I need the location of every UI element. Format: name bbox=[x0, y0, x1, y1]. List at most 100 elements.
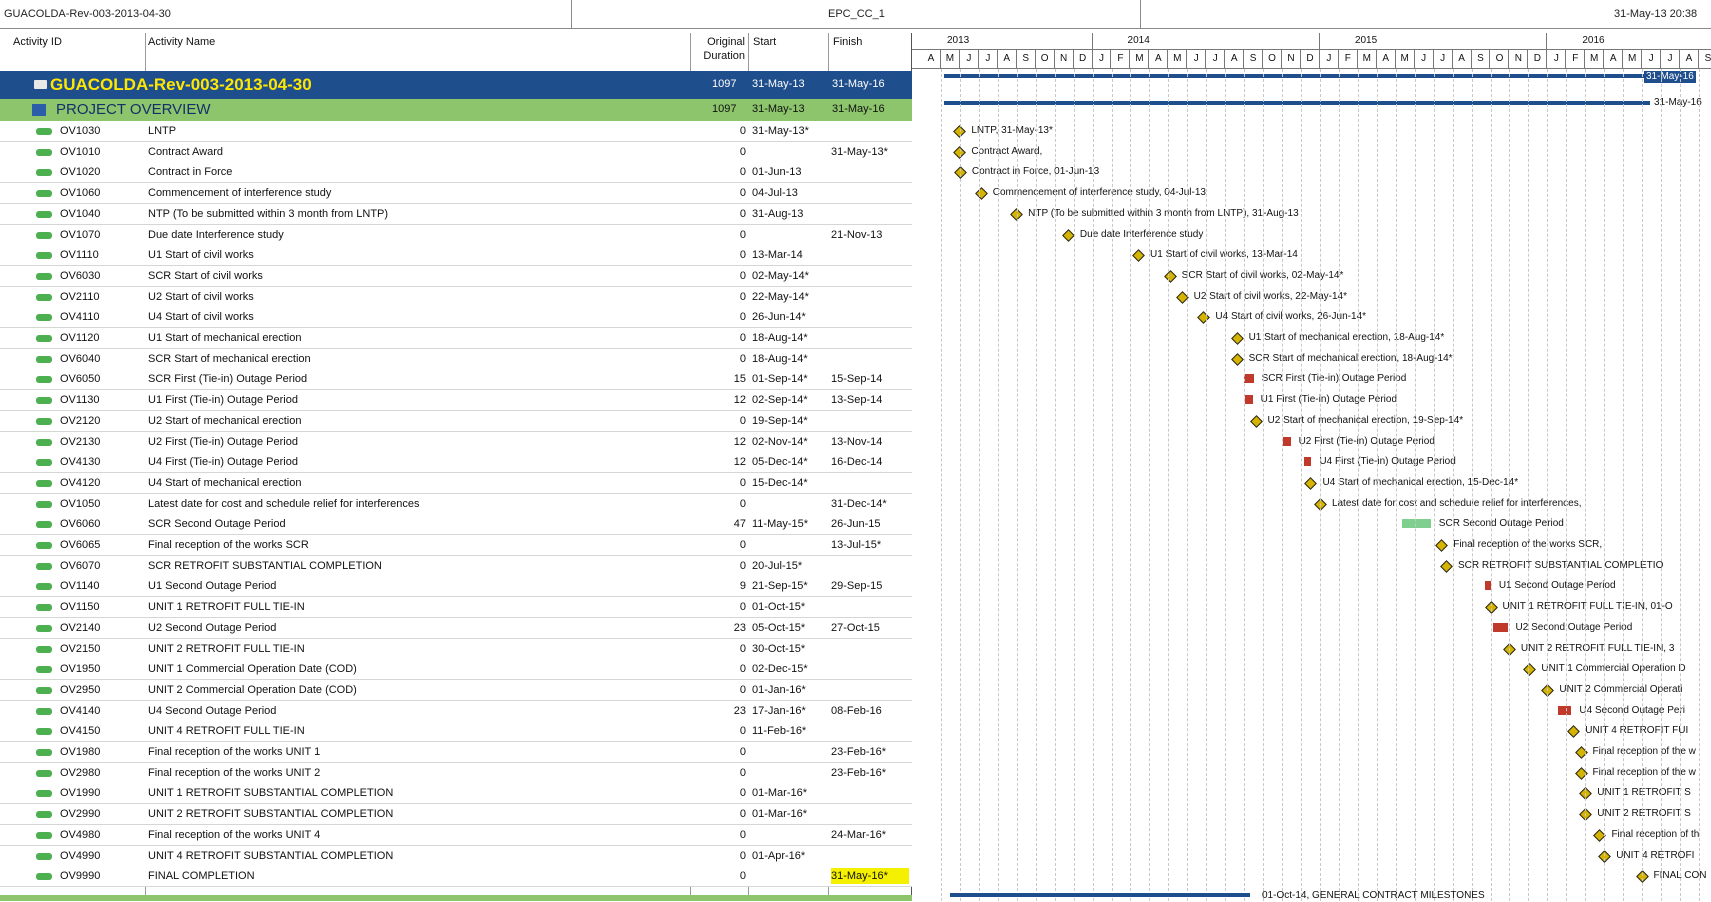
milestone-diamond[interactable] bbox=[1304, 477, 1318, 490]
activity-row[interactable]: OV2950 UNIT 2 Commercial Operation Date (… bbox=[0, 680, 912, 701]
month-label: J bbox=[1187, 50, 1207, 68]
milestone-diamond[interactable] bbox=[1163, 270, 1177, 283]
activity-id: OV6040 bbox=[60, 353, 101, 365]
milestone-diamond[interactable] bbox=[1249, 415, 1263, 428]
activity-row[interactable]: OV4990 UNIT 4 RETROFIT SUBSTANTIAL COMPLE… bbox=[0, 846, 912, 867]
wbs-band-finish: 31-May-16 bbox=[832, 103, 885, 115]
column-header-finish[interactable]: Finish bbox=[830, 33, 910, 71]
activity-icon bbox=[36, 728, 52, 735]
activity-row[interactable]: OV1040 NTP (To be submitted within 3 mont… bbox=[0, 204, 912, 225]
month-gridline bbox=[1073, 69, 1075, 901]
activity-row[interactable]: OV1140 U1 Second Outage Period 9 21-Sep-15*… bbox=[0, 576, 912, 597]
column-header-activity-name[interactable]: Activity Name bbox=[145, 33, 690, 71]
activity-row[interactable]: OV1020 Contract in Force 0 01-Jun-13 bbox=[0, 162, 912, 183]
activity-row[interactable]: OV2130 U2 First (Tie-in) Outage Period 12 0… bbox=[0, 432, 912, 453]
activity-row[interactable]: OV1130 U1 First (Tie-in) Outage Period 12 0… bbox=[0, 390, 912, 411]
activity-name: LNTP bbox=[148, 125, 177, 137]
activity-duration: 12 bbox=[733, 456, 746, 468]
activity-row[interactable]: OV1990 UNIT 1 RETROFIT SUBSTANTIAL COMPLE… bbox=[0, 783, 912, 804]
activity-id: OV4980 bbox=[60, 829, 101, 841]
activity-finish: 13-Jul-15* bbox=[831, 539, 882, 551]
wbs-band-duration: 1097 bbox=[712, 103, 737, 115]
activity-row[interactable]: OV6050 SCR First (Tie-in) Outage Period 15… bbox=[0, 369, 912, 390]
activity-row[interactable]: OV1060 Commencement of interference study… bbox=[0, 183, 912, 204]
divider bbox=[571, 0, 572, 28]
activity-row[interactable]: OV4120 U4 Start of mechanical erection 0 15… bbox=[0, 473, 912, 494]
activity-duration: 0 bbox=[739, 601, 746, 613]
activity-row[interactable]: OV6040 SCR Start of mechanical erection 0 1… bbox=[0, 349, 912, 370]
activity-row[interactable]: OV1150 UNIT 1 RETROFIT FULL TIE-IN 0 01-Oct… bbox=[0, 597, 912, 618]
milestone-diamond[interactable] bbox=[1230, 353, 1244, 366]
activity-row[interactable]: OV1950 UNIT 1 Commercial Operation Date (… bbox=[0, 659, 912, 680]
critical-activity-bar[interactable] bbox=[1244, 374, 1254, 383]
month-label: J bbox=[1206, 50, 1226, 68]
activity-id: OV1990 bbox=[60, 787, 101, 799]
activity-start: 20-Jul-15* bbox=[752, 560, 803, 572]
activity-row[interactable]: OV2150 UNIT 2 RETROFIT FULL TIE-IN 0 30-Oct… bbox=[0, 639, 912, 660]
activity-row[interactable]: OV1070 Due date Interference study 0 21-Nov… bbox=[0, 225, 912, 246]
activity-row[interactable]: OV1010 Contract Award 0 31-May-13* bbox=[0, 142, 912, 163]
activity-row[interactable]: OV1110 U1 Start of civil works 0 13-Mar-14 bbox=[0, 245, 912, 266]
activity-row[interactable]: OV6030 SCR Start of civil works 0 02-May-14… bbox=[0, 266, 912, 287]
activity-row[interactable]: OV6060 SCR Second Outage Period 47 11-May-1… bbox=[0, 514, 912, 535]
milestone-diamond[interactable] bbox=[1230, 332, 1244, 345]
activity-row[interactable]: OV6070 SCR RETROFIT SUBSTANTIAL COMPLETIO… bbox=[0, 556, 912, 577]
month-gridline bbox=[1661, 69, 1663, 901]
critical-activity-bar[interactable] bbox=[1282, 437, 1291, 446]
month-gridline bbox=[978, 69, 980, 901]
activity-row[interactable]: OV2140 U2 Second Outage Period 23 05-Oct-15… bbox=[0, 618, 912, 639]
activity-name: Final reception of the works SCR bbox=[148, 539, 309, 551]
activity-row[interactable]: OV4980 Final reception of the works UNIT … bbox=[0, 825, 912, 846]
month-label: J bbox=[1320, 50, 1339, 68]
activity-row[interactable]: OV4140 U4 Second Outage Period 23 17-Jan-16… bbox=[0, 701, 912, 722]
footer-band-row[interactable] bbox=[0, 895, 912, 901]
activity-row[interactable]: OV9990 FINAL COMPLETION 0 31-May-16* bbox=[0, 866, 912, 887]
activity-row[interactable]: OV1980 Final reception of the works UNIT … bbox=[0, 742, 912, 763]
milestone-diamond[interactable] bbox=[1132, 249, 1145, 262]
critical-activity-bar[interactable] bbox=[1493, 623, 1508, 632]
column-header-duration[interactable]: Original Duration bbox=[692, 33, 748, 71]
activity-row[interactable]: OV2990 UNIT 2 RETROFIT SUBSTANTIAL COMPLE… bbox=[0, 804, 912, 825]
month-label: S bbox=[1017, 50, 1036, 68]
timescale-years: 2013 2014 2015 2016 bbox=[912, 33, 1711, 50]
project-band-row[interactable]: GUACOLDA-Rev-003-2013-04-30 1097 31-May-… bbox=[0, 71, 912, 99]
column-header-activity-id[interactable]: Activity ID bbox=[10, 33, 145, 71]
activity-finish: 15-Sep-14 bbox=[831, 373, 883, 385]
critical-activity-bar[interactable] bbox=[1245, 395, 1253, 404]
gantt-label: LNTP, 31-May-13* bbox=[971, 125, 1053, 136]
month-gridline bbox=[1642, 69, 1644, 901]
milestone-diamond[interactable] bbox=[1567, 725, 1581, 738]
month-gridline bbox=[1338, 69, 1340, 901]
activity-name: SCR RETROFIT SUBSTANTIAL COMPLETION bbox=[148, 560, 382, 572]
activity-row[interactable]: OV1120 U1 Start of mechanical erection 0 18… bbox=[0, 328, 912, 349]
activity-id: OV1040 bbox=[60, 208, 101, 220]
activity-row[interactable]: OV2110 U2 Start of civil works 0 22-May-14* bbox=[0, 287, 912, 308]
critical-activity-bar[interactable] bbox=[1303, 457, 1312, 466]
activity-icon bbox=[36, 853, 52, 860]
wbs-band-row[interactable]: PROJECT OVERVIEW 1097 31-May-13 31-May-1… bbox=[0, 99, 912, 121]
critical-activity-bar[interactable] bbox=[1557, 706, 1572, 715]
activity-start: 15-Dec-14* bbox=[752, 477, 808, 489]
activity-row[interactable]: OV4130 U4 First (Tie-in) Outage Period 12 0… bbox=[0, 452, 912, 473]
column-header-start[interactable]: Start bbox=[750, 33, 828, 71]
activity-bar[interactable] bbox=[1402, 519, 1431, 528]
activity-duration: 0 bbox=[739, 166, 746, 178]
milestone-diamond[interactable] bbox=[1523, 663, 1537, 676]
milestone-diamond[interactable] bbox=[1440, 560, 1453, 573]
activity-row[interactable]: OV4150 UNIT 4 RETROFIT FULL TIE-IN 0 11-Feb… bbox=[0, 721, 912, 742]
month-gridline bbox=[1149, 69, 1151, 901]
activity-row[interactable]: OV4110 U4 Start of civil works 0 26-Jun-14* bbox=[0, 307, 912, 328]
activity-row[interactable]: OV6065 Final reception of the works SCR 0 1… bbox=[0, 535, 912, 556]
activity-id: OV1110 bbox=[60, 249, 99, 261]
milestone-diamond[interactable] bbox=[1435, 539, 1449, 552]
milestone-diamond[interactable] bbox=[974, 187, 988, 200]
activity-duration: 0 bbox=[739, 229, 746, 241]
activity-row[interactable]: OV1030 LNTP 0 31-May-13* bbox=[0, 121, 912, 142]
activity-row[interactable]: OV2980 Final reception of the works UNIT … bbox=[0, 763, 912, 784]
milestone-diamond[interactable] bbox=[1197, 311, 1211, 324]
gantt-label: SCR Second Outage Period bbox=[1438, 518, 1564, 529]
activity-icon bbox=[36, 128, 52, 135]
activity-duration: 47 bbox=[733, 518, 746, 530]
activity-row[interactable]: OV1050 Latest date for cost and schedule … bbox=[0, 494, 912, 515]
activity-row[interactable]: OV2120 U2 Start of mechanical erection 0 19… bbox=[0, 411, 912, 432]
